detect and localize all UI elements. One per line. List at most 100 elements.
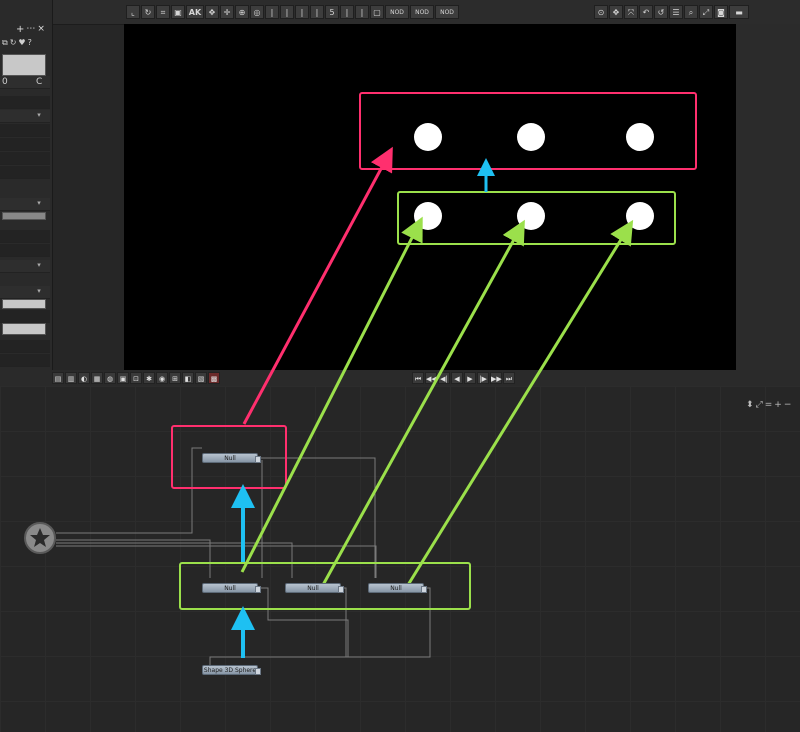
node-port[interactable] [421, 586, 427, 593]
nod-button[interactable]: NOD [435, 5, 459, 19]
bar-icon[interactable]: | [310, 5, 324, 19]
view-icon[interactable]: ▤ [52, 372, 64, 384]
node-port[interactable] [255, 586, 261, 593]
refresh-icon[interactable]: ↻ [10, 38, 17, 50]
dropdown-row[interactable]: ▾ [0, 260, 50, 273]
shape-3d-sphere-node[interactable]: Shape 3D Sphere [202, 665, 261, 675]
menu-icon[interactable]: = [765, 400, 773, 410]
view-icon[interactable]: ⊞ [169, 372, 181, 384]
view-icon[interactable]: ▣ [117, 372, 129, 384]
view-icon[interactable]: ✱ [143, 372, 155, 384]
panel-tools: + ⋯ × [2, 24, 50, 36]
transform-icon[interactable]: ✥ [205, 5, 219, 19]
view-toolbar: ▤ ▥ ◐ ▦ ◍ ▣ ⊡ ✱ ◉ ⊞ ◧ ▧ ▩ [52, 372, 220, 384]
fast-forward-button[interactable]: ▶▶ [490, 372, 502, 384]
node-port[interactable] [255, 456, 261, 463]
pan-icon[interactable]: ✛ [220, 5, 234, 19]
bar-icon[interactable]: | [340, 5, 354, 19]
record-icon[interactable]: ▩ [208, 372, 220, 384]
view-icon[interactable]: ▦ [91, 372, 103, 384]
null-node-b[interactable]: Null [285, 583, 344, 593]
graph-icon[interactable]: ⌗ [156, 5, 170, 19]
node-editor[interactable]: ⬍ ⤢ = + − [0, 386, 800, 732]
null-node-a[interactable]: Null [202, 583, 261, 593]
bar-icon[interactable]: | [355, 5, 369, 19]
dropdown-row[interactable]: ▾ [0, 110, 50, 123]
view-icon[interactable]: ▧ [195, 372, 207, 384]
frame-icon[interactable]: ▢ [370, 5, 384, 19]
node-port[interactable] [255, 668, 261, 675]
value-zero: 0 [2, 77, 8, 87]
skip-start-button[interactable]: ⏮ [412, 372, 424, 384]
toolbar-right-group: ⊙ ✥ ⤧ ↶ ↺ ☰ ⌕ ⤢ ◙ ▬ [594, 5, 749, 20]
view-icon[interactable]: ◉ [156, 372, 168, 384]
move-icon[interactable]: ✥ [609, 5, 623, 19]
undo-icon[interactable]: ↶ [639, 5, 653, 19]
fast-back-button[interactable]: ◀◀ [425, 372, 437, 384]
expand-icon[interactable]: ⤢ [699, 5, 713, 19]
more-icon[interactable]: ⋯ [26, 24, 35, 36]
dropdown-row[interactable]: ▾ [0, 198, 50, 211]
value-row[interactable]: 0 C [0, 76, 50, 89]
nod-button[interactable]: NOD [410, 5, 434, 19]
view-icon[interactable]: ⊡ [130, 372, 142, 384]
render-icon[interactable]: ▬ [729, 5, 749, 19]
step-forward-button[interactable]: |▶ [477, 372, 489, 384]
orbit-icon[interactable]: ⊕ [235, 5, 249, 19]
grid-icon[interactable]: ⬍ [746, 400, 754, 410]
fit-icon[interactable]: ⤢ [756, 400, 763, 410]
target-icon[interactable]: ⊙ [594, 5, 608, 19]
view-icon[interactable]: ◧ [182, 372, 194, 384]
node-label: Null [224, 455, 236, 462]
nod-button[interactable]: NOD [385, 5, 409, 19]
ak-button[interactable]: AK [186, 5, 204, 19]
add-icon[interactable]: + [16, 24, 24, 36]
node-port[interactable] [338, 586, 344, 593]
text-field[interactable] [2, 323, 46, 335]
heart-icon[interactable]: ♥ [18, 38, 25, 50]
panel-row [0, 138, 50, 151]
color-swatch[interactable] [2, 54, 46, 76]
close-icon[interactable]: × [37, 24, 45, 36]
panel-row [0, 310, 50, 323]
viewer-canvas[interactable] [124, 24, 736, 370]
play-reverse-button[interactable]: ◀ [451, 372, 463, 384]
view-icon[interactable]: ◐ [78, 372, 90, 384]
chevron-down-icon: ▾ [37, 111, 41, 119]
snapshot-icon[interactable]: ◙ [714, 5, 728, 19]
bar-icon[interactable]: | [265, 5, 279, 19]
null-node-top[interactable]: Null [202, 453, 261, 463]
view-icon[interactable]: ▥ [65, 372, 77, 384]
top-toolbar: ⌞ ↻ ⌗ ▣ AK ✥ ✛ ⊕ ◎ | | | | 5 | | ▢ NOD N… [0, 0, 800, 25]
view-icon[interactable]: ◍ [104, 372, 116, 384]
panel-row [0, 152, 50, 165]
slider-track[interactable] [2, 299, 46, 309]
list-icon[interactable]: ☰ [669, 5, 683, 19]
copy-icon[interactable]: ⧉ [2, 38, 8, 50]
step-back-button[interactable]: ◀| [438, 372, 450, 384]
axis-icon[interactable]: ⌞ [126, 5, 140, 19]
dropdown-row[interactable]: ▾ [0, 286, 50, 299]
inspector-panel: + ⋯ × ⧉ ↻ ♥ ? 0 C ▾ ▾ ▾ ▾ [0, 0, 53, 370]
play-button[interactable]: ▶ [464, 372, 476, 384]
value-c: C [36, 77, 43, 87]
null-node-c[interactable]: Null [368, 583, 427, 593]
zoom-icon[interactable]: ⌕ [684, 5, 698, 19]
toolbar-left-group: ⌞ ↻ ⌗ ▣ AK ✥ ✛ ⊕ ◎ | | | | 5 | | ▢ NOD N… [126, 5, 459, 20]
node-label: Null [224, 585, 236, 592]
help-icon[interactable]: ? [28, 38, 32, 50]
skip-end-button[interactable]: ⏭ [503, 372, 515, 384]
camera-icon[interactable]: ▣ [171, 5, 185, 19]
target-icon[interactable]: ◎ [250, 5, 264, 19]
count-button[interactable]: 5 [325, 5, 339, 19]
viewer-side-area [736, 24, 800, 370]
slider-track[interactable] [2, 212, 46, 220]
bar-icon[interactable]: | [280, 5, 294, 19]
rotate-icon[interactable]: ↻ [141, 5, 155, 19]
zoom-out-icon[interactable]: − [784, 400, 792, 410]
fit-icon[interactable]: ⤧ [624, 5, 638, 19]
panel-tools-2: ⧉ ↻ ♥ ? [2, 38, 50, 50]
zoom-in-icon[interactable]: + [774, 400, 782, 410]
bar-icon[interactable]: | [295, 5, 309, 19]
loop-icon[interactable]: ↺ [654, 5, 668, 19]
